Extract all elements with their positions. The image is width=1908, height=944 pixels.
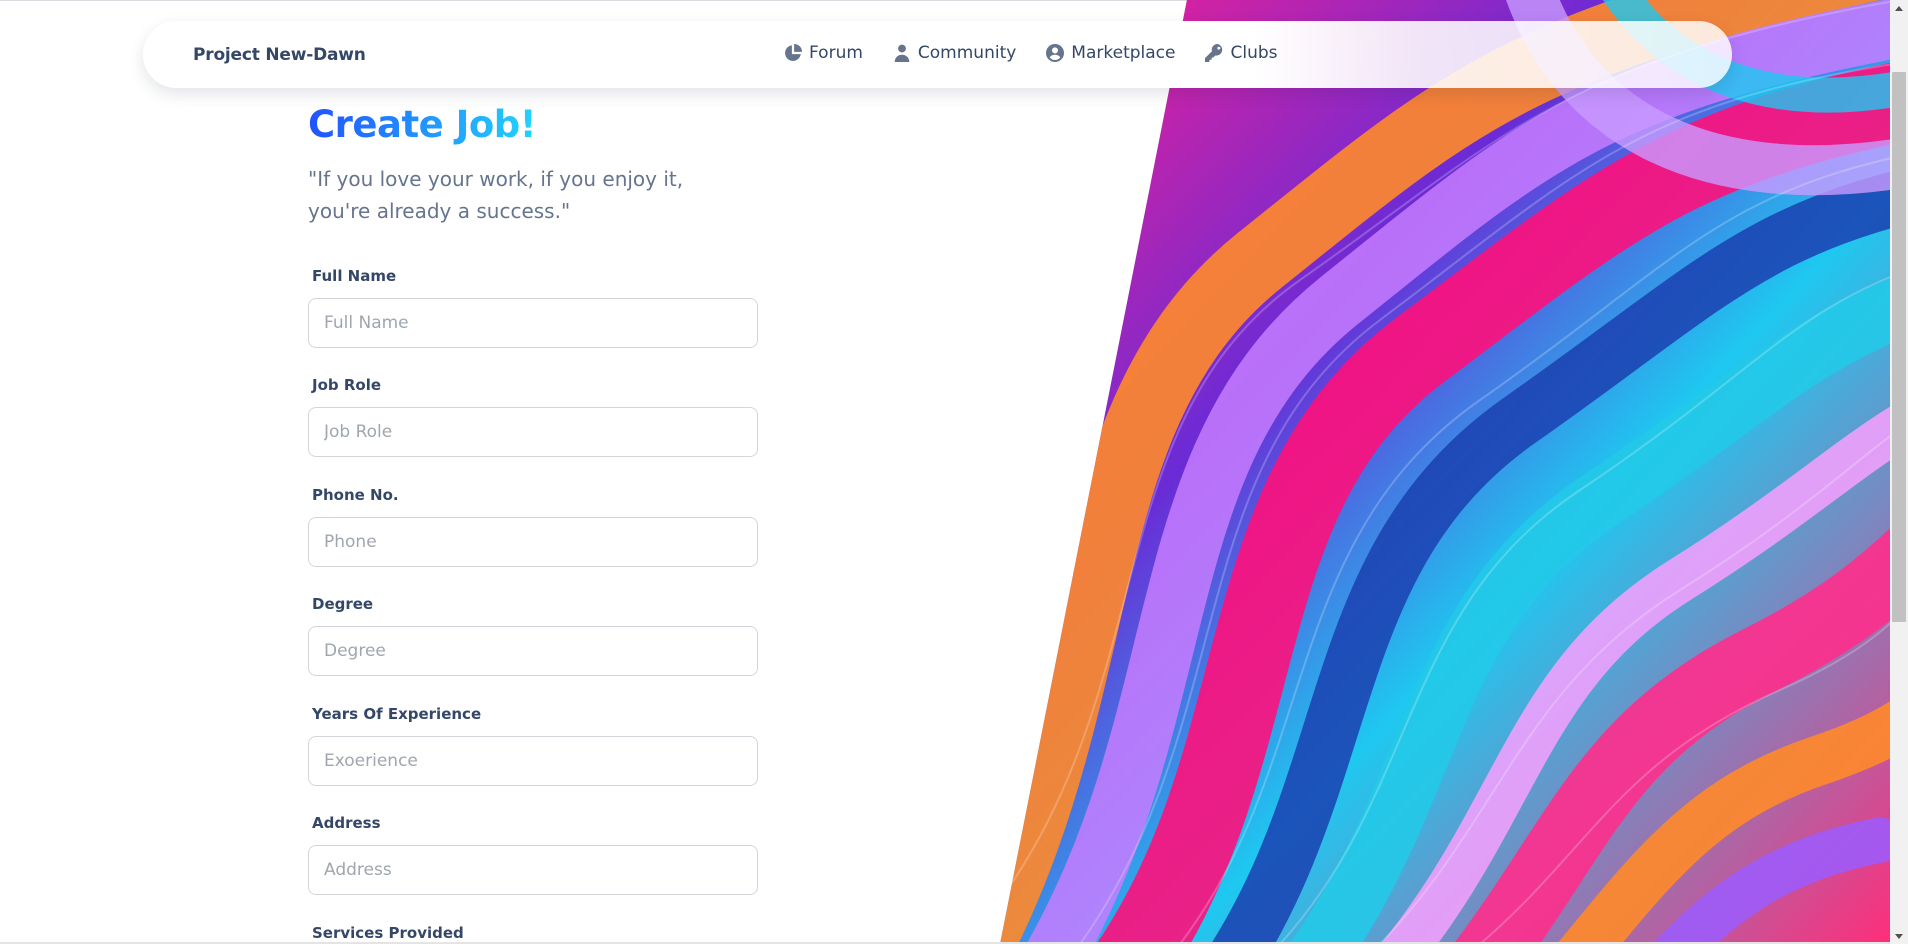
nav-link-label: Community <box>917 43 1017 63</box>
user-icon <box>894 44 910 62</box>
nav-link-forum[interactable]: Forum <box>784 43 863 63</box>
brand-link[interactable]: Project New-Dawn <box>193 45 366 65</box>
scroll-down-arrow-icon[interactable] <box>1890 928 1908 944</box>
experience-input[interactable] <box>308 736 758 786</box>
scroll-up-arrow-icon[interactable] <box>1890 0 1908 16</box>
nav-link-label: Forum <box>809 43 863 63</box>
nav-link-label: Clubs <box>1230 43 1278 63</box>
scrollbar-thumb[interactable] <box>1892 72 1906 622</box>
vertical-scrollbar[interactable] <box>1890 0 1908 944</box>
navbar: Project New-Dawn Forum Community Marketp… <box>143 21 1732 88</box>
nav-link-clubs[interactable]: Clubs <box>1205 43 1278 63</box>
full-name-label: Full Name <box>312 267 397 285</box>
page-title: Create Job! <box>308 103 537 146</box>
degree-label: Degree <box>312 595 374 613</box>
full-name-input[interactable] <box>308 298 758 348</box>
nav-link-marketplace[interactable]: Marketplace <box>1046 43 1175 63</box>
phone-label: Phone No. <box>312 486 399 504</box>
job-role-label: Job Role <box>312 376 382 394</box>
page-quote: "If you love your work, if you enjoy it,… <box>308 167 684 223</box>
phone-input[interactable] <box>308 517 758 567</box>
hero-artwork <box>1000 0 1890 944</box>
key-icon <box>1205 44 1223 62</box>
pie-chart-icon <box>785 44 802 61</box>
job-role-input[interactable] <box>308 407 758 457</box>
experience-label: Years Of Experience <box>312 705 482 723</box>
address-input[interactable] <box>308 845 758 895</box>
nav-link-label: Marketplace <box>1071 43 1176 63</box>
services-label: Services Provided <box>312 924 464 942</box>
address-label: Address <box>312 814 381 832</box>
nav-link-community[interactable]: Community <box>893 43 1016 63</box>
degree-input[interactable] <box>308 626 758 676</box>
nav-links: Forum Community Marketplace Clubs <box>784 43 1278 63</box>
user-circle-icon <box>1046 44 1065 62</box>
